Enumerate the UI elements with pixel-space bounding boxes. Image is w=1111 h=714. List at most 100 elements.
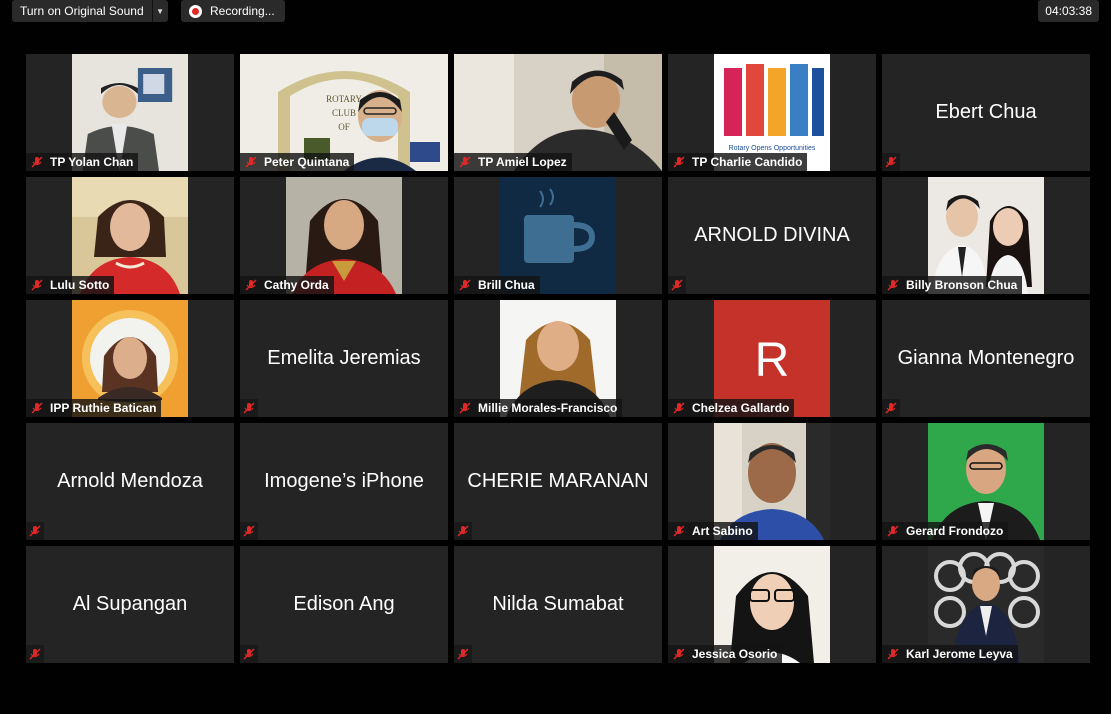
participant-tile[interactable]: Billy Bronson Chua (882, 177, 1090, 294)
participant-name-bar: Cathy Orda (240, 276, 334, 294)
mic-muted-icon (243, 402, 255, 414)
mic-muted-icon (887, 525, 899, 537)
participant-tile[interactable]: Brill Chua (454, 177, 662, 294)
mic-muted-icon (31, 156, 43, 168)
participant-name-bar (454, 522, 472, 540)
participant-name: Art Sabino (692, 524, 753, 538)
participant-tile[interactable]: Nilda Sumabat (454, 546, 662, 663)
participant-name: TP Charlie Candido (692, 155, 803, 169)
participant-tile[interactable]: ROTARY CLUB OF Peter Quintana (240, 54, 448, 171)
rotary-caption: Rotary Opens Opportunities (729, 145, 816, 152)
mic-muted-icon (243, 525, 255, 537)
mic-muted-icon (457, 648, 469, 660)
participant-tile[interactable]: Art Sabino (668, 423, 876, 540)
participant-tile[interactable]: Gerard Frondozo (882, 423, 1090, 540)
participant-name-bar: Jessica Osorio (668, 645, 783, 663)
participant-display-name: Nilda Sumabat (492, 593, 624, 615)
participant-display-name: Arnold Mendoza (57, 470, 203, 492)
record-icon (189, 4, 202, 18)
participant-name: Lulu Sotto (50, 278, 110, 292)
original-sound-label[interactable]: Turn on Original Sound (12, 0, 152, 22)
participant-name-bar (240, 399, 258, 417)
participant-tile[interactable]: Imogene’s iPhone (240, 423, 448, 540)
participant-name-bar (240, 645, 258, 663)
participant-tile[interactable]: Ebert Chua (882, 54, 1090, 171)
participant-name-bar (26, 645, 44, 663)
participant-display-name: Imogene’s iPhone (264, 470, 424, 492)
rotary-sign-line3: OF (338, 122, 350, 132)
participant-tile[interactable]: Arnold Mendoza (26, 423, 234, 540)
participant-tile[interactable]: Jessica Osorio (668, 546, 876, 663)
mic-muted-icon (31, 279, 43, 291)
rotary-sign-line2: CLUB (332, 108, 356, 118)
participant-tile[interactable]: IPP Ruthie Batican (26, 300, 234, 417)
participant-name: Cathy Orda (264, 278, 329, 292)
participant-name: TP Amiel Lopez (478, 155, 567, 169)
participant-display-name: CHERIE MARANAN (467, 470, 649, 492)
mic-muted-icon (243, 648, 255, 660)
mic-muted-icon (29, 648, 41, 660)
mic-muted-icon (459, 279, 471, 291)
participant-display-name: Al Supangan (72, 593, 188, 615)
coffee-cup-icon (524, 215, 574, 263)
participant-display-name: Gianna Montenegro (897, 347, 1075, 369)
participant-name: TP Yolan Chan (50, 155, 134, 169)
participant-name: Peter Quintana (264, 155, 350, 169)
participant-name-bar: IPP Ruthie Batican (26, 399, 162, 417)
mic-muted-icon (671, 279, 683, 291)
mic-muted-icon (887, 648, 899, 660)
participant-name-bar (26, 522, 44, 540)
mic-muted-icon (31, 402, 43, 414)
participant-name-bar (882, 399, 900, 417)
participant-name: Brill Chua (478, 278, 535, 292)
participant-tile[interactable]: CHERIE MARANAN (454, 423, 662, 540)
participant-name-bar: Brill Chua (454, 276, 540, 294)
participant-name-bar (454, 645, 472, 663)
mic-muted-icon (885, 156, 897, 168)
participant-tile[interactable]: Al Supangan (26, 546, 234, 663)
mic-muted-icon (459, 156, 471, 168)
participant-tile[interactable]: Gianna Montenegro (882, 300, 1090, 417)
participant-name-bar: Art Sabino (668, 522, 758, 540)
participant-name: Billy Bronson Chua (906, 278, 1018, 292)
participant-tile[interactable]: ARNOLD DIVINA (668, 177, 876, 294)
mic-muted-icon (459, 402, 471, 414)
participant-tile[interactable]: R Chelzea Gallardo (668, 300, 876, 417)
mic-muted-icon (673, 402, 685, 414)
participant-name-bar: Gerard Frondozo (882, 522, 1009, 540)
mic-muted-icon (673, 648, 685, 660)
participant-display-name: ARNOLD DIVINA (694, 224, 850, 246)
participant-display-name: Edison Ang (293, 593, 395, 615)
gallery-view: TP Yolan Chan ROTARY CLUB OF Peter Quint… (26, 54, 1090, 663)
participant-tile[interactable]: Lulu Sotto (26, 177, 234, 294)
participant-name-bar: Millie Morales-Francisco (454, 399, 623, 417)
participant-name: Gerard Frondozo (906, 524, 1004, 538)
avatar-letter: R (755, 334, 790, 387)
mic-muted-icon (673, 525, 685, 537)
recording-indicator[interactable]: Recording... (181, 0, 285, 22)
participant-tile[interactable]: Edison Ang (240, 546, 448, 663)
original-sound-button[interactable]: Turn on Original Sound ▼ (12, 0, 168, 22)
participant-name-bar: TP Amiel Lopez (454, 153, 572, 171)
mic-muted-icon (885, 402, 897, 414)
participant-tile[interactable]: Rotary Opens Opportunities TP Charlie Ca… (668, 54, 876, 171)
participant-name-bar: TP Charlie Candido (668, 153, 808, 171)
participant-name-bar: TP Yolan Chan (26, 153, 139, 171)
participant-tile[interactable]: Cathy Orda (240, 177, 448, 294)
mic-muted-icon (673, 156, 685, 168)
participant-tile[interactable]: Karl Jerome Leyva (882, 546, 1090, 663)
participant-tile[interactable]: Emelita Jeremias (240, 300, 448, 417)
participant-name: IPP Ruthie Batican (50, 401, 157, 415)
participant-name-bar (240, 522, 258, 540)
participant-name: Millie Morales-Francisco (478, 401, 618, 415)
participant-tile[interactable]: TP Amiel Lopez (454, 54, 662, 171)
participant-tile[interactable]: Millie Morales-Francisco (454, 300, 662, 417)
meeting-timer: 04:03:38 (1038, 0, 1099, 22)
rotary-sign-line1: ROTARY (326, 94, 362, 104)
chevron-down-icon[interactable]: ▼ (151, 0, 168, 22)
mic-muted-icon (245, 279, 257, 291)
participant-name-bar: Lulu Sotto (26, 276, 115, 294)
participant-tile[interactable]: TP Yolan Chan (26, 54, 234, 171)
participant-name-bar: Peter Quintana (240, 153, 355, 171)
participant-name-bar: Karl Jerome Leyva (882, 645, 1018, 663)
